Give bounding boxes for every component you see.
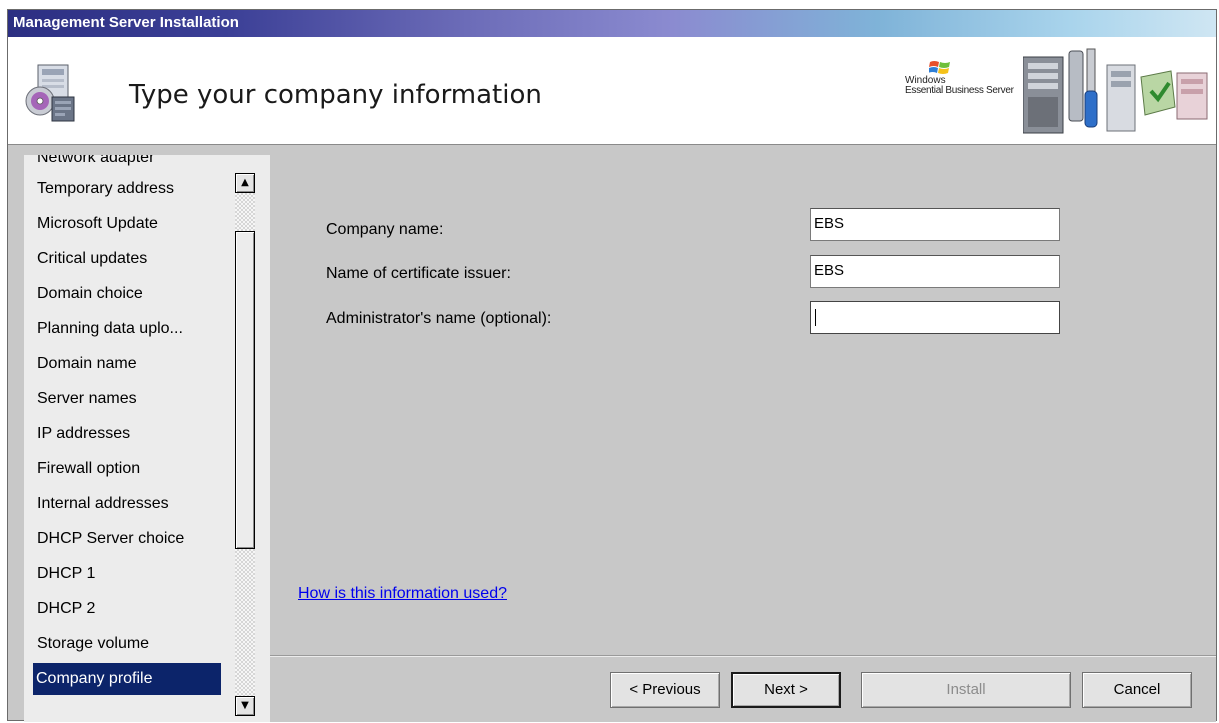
list-item[interactable]: Critical updates [24, 243, 230, 275]
list-item[interactable]: Storage volume [24, 628, 230, 660]
step-list: Network adapter Temporary address Micros… [24, 155, 230, 722]
vertical-scrollbar[interactable]: ▲ ▼ [235, 173, 255, 716]
list-item[interactable]: Domain choice [24, 278, 230, 310]
windows-ebs-logo: Windows Essential Business Server [897, 55, 1027, 117]
list-item[interactable]: Internal addresses [24, 488, 230, 520]
list-item[interactable]: Temporary address [24, 173, 230, 205]
list-item[interactable]: DHCP 1 [24, 558, 230, 590]
company-name-field[interactable]: EBS [810, 208, 1060, 241]
install-button[interactable]: Install [861, 672, 1071, 708]
list-item[interactable]: DHCP 2 [24, 593, 230, 625]
previous-button[interactable]: < Previous [610, 672, 720, 708]
company-name-label: Company name: [326, 221, 444, 238]
logo-line-ebs: Essential Business Server [905, 85, 1014, 96]
list-item[interactable]: Microsoft Update [24, 208, 230, 240]
server-tools-icon [1022, 47, 1213, 137]
button-separator [270, 655, 1216, 657]
administrator-name-field[interactable] [810, 301, 1060, 334]
arrow-up-icon: ▲ [241, 177, 249, 188]
page-header: Type your company information Windows Es… [8, 37, 1216, 145]
window-title: Management Server Installation [13, 14, 239, 31]
help-link[interactable]: How is this information used? [298, 585, 507, 603]
certificate-issuer-label: Name of certificate issuer: [326, 265, 511, 282]
scroll-up-button[interactable]: ▲ [235, 173, 255, 193]
certificate-issuer-field[interactable]: EBS [810, 255, 1060, 288]
list-item[interactable]: IP addresses [24, 418, 230, 450]
list-item[interactable]: DHCP Server choice [24, 523, 230, 555]
step-navigation: Network adapter Temporary address Micros… [24, 155, 270, 722]
scrollbar-thumb[interactable] [235, 231, 255, 549]
list-item[interactable]: Server names [24, 383, 230, 415]
administrator-name-label: Administrator's name (optional): [326, 310, 552, 327]
scroll-down-button[interactable]: ▼ [235, 696, 255, 716]
installer-window: Management Server Installation Type your… [7, 9, 1217, 722]
text-caret [815, 309, 816, 326]
list-item-selected[interactable]: Company profile [33, 663, 221, 695]
page-title: Type your company information [129, 80, 542, 110]
next-button[interactable]: Next > [731, 672, 841, 708]
setup-package-icon [22, 59, 80, 125]
content-panel: Company name: EBS Name of certificate is… [270, 145, 1216, 722]
windows-flag-icon [928, 59, 951, 75]
arrow-down-icon: ▼ [241, 700, 249, 711]
list-item[interactable]: Network adapter [37, 155, 154, 167]
cancel-button[interactable]: Cancel [1082, 672, 1192, 708]
list-item[interactable]: Planning data uplo... [24, 313, 230, 345]
list-item[interactable]: Firewall option [24, 453, 230, 485]
title-bar[interactable]: Management Server Installation [8, 10, 1216, 37]
list-item[interactable]: Domain name [24, 348, 230, 380]
